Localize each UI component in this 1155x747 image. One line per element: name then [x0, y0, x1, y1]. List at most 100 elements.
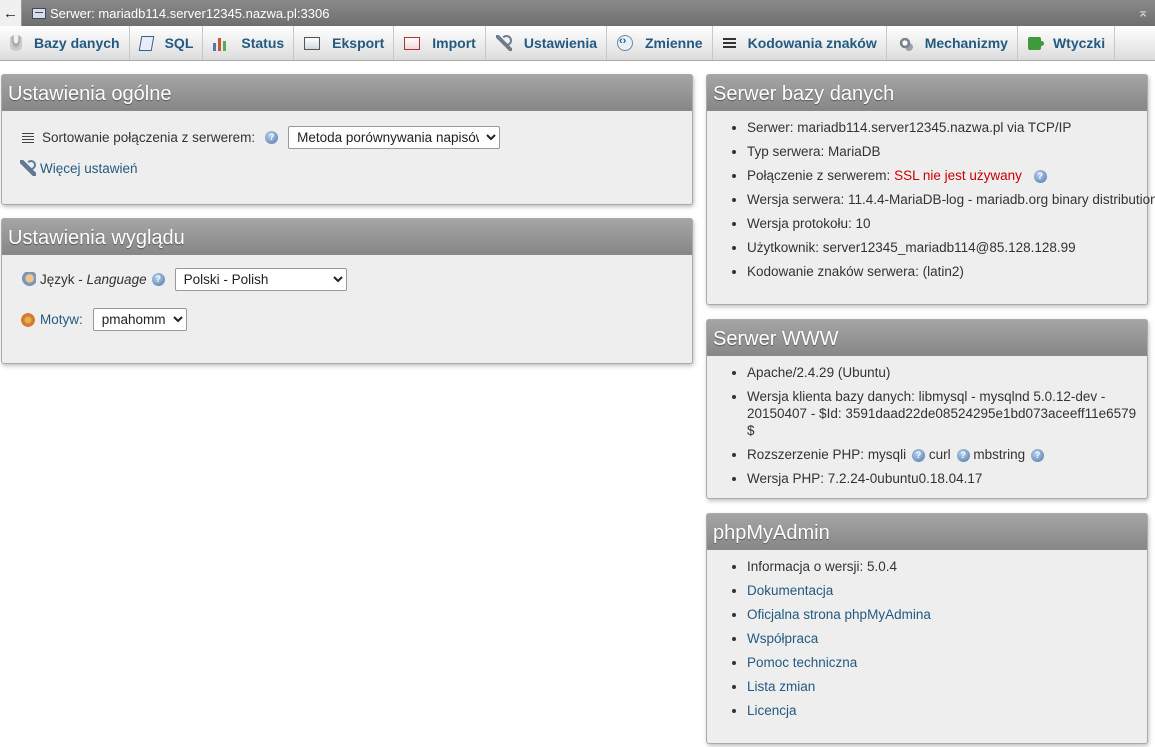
panel-title: phpMyAdmin: [707, 514, 1147, 550]
panel-title: Serwer bazy danych: [707, 75, 1147, 111]
php-extension-mysqli: mysqli: [867, 447, 907, 462]
list-icon: [22, 132, 34, 143]
php-extension-curl: curl: [928, 447, 951, 462]
list-item: Typ serwera: MariaDB: [747, 143, 1147, 160]
official-site-link[interactable]: Oficjalna strona phpMyAdmina: [747, 607, 931, 622]
phpmyadmin-panel: phpMyAdmin Informacja o wersji: 5.0.4 Do…: [706, 513, 1148, 744]
web-server-list: Apache/2.4.29 (Ubuntu) Wersja klienta ba…: [707, 356, 1147, 487]
list-item: Serwer: mariadb114.server12345.nazwa.pl …: [747, 119, 1147, 136]
collapse-icon[interactable]: ⌅: [1137, 4, 1149, 21]
help-icon[interactable]: ?: [1031, 448, 1045, 462]
main-menu: Bazy danych SQL Status Eksport Import Us…: [0, 26, 1155, 61]
list-item: Wersja protokołu: 10: [747, 215, 1147, 232]
tab-import[interactable]: Import: [394, 26, 486, 60]
more-settings-link[interactable]: Więcej ustawień: [40, 161, 138, 176]
list-item: Rozszerzenie PHP: mysqli? curl? mbstring…: [747, 446, 1147, 463]
sql-icon: [138, 35, 154, 51]
tab-settings[interactable]: Ustawienia: [486, 26, 607, 60]
back-arrow-icon[interactable]: ←: [0, 0, 22, 26]
list-item: Licencja: [747, 702, 1147, 719]
tab-label: SQL: [164, 35, 194, 51]
list-item: Wersja serwera: 11.4.4-MariaDB-log - mar…: [747, 191, 1155, 208]
wrench-icon: [20, 160, 36, 176]
tab-export[interactable]: Eksport: [294, 26, 395, 60]
language-icon: [20, 271, 36, 288]
server-icon: [32, 7, 46, 19]
list-item: Pomoc techniczna: [747, 654, 1147, 671]
appearance-settings-panel: Ustawienia wyglądu Język - Language ? Po…: [1, 218, 693, 364]
changelog-link[interactable]: Lista zmian: [747, 679, 815, 694]
tab-variables[interactable]: Zmienne: [607, 26, 713, 60]
tab-status[interactable]: Status: [203, 26, 295, 60]
server-breadcrumb-bar: ← Serwer: mariadb114.server12345.nazwa.p…: [0, 0, 1155, 26]
charset-icon: [722, 37, 736, 49]
tab-label: Eksport: [332, 35, 385, 51]
list-item: Informacja o wersji: 5.0.4: [747, 558, 1147, 575]
theme-row: Motyw: pmahomme: [20, 308, 187, 331]
collation-label: Sortowanie połączenia z serwerem:: [42, 130, 256, 145]
documentation-link[interactable]: Dokumentacja: [747, 583, 833, 598]
connection-label: Połączenie z serwerem:: [747, 168, 891, 183]
language-row: Język - Language ? Polski - Polish: [20, 268, 347, 291]
ssl-warning: SSL nie jest używany: [894, 168, 1022, 183]
language-label-en: Language: [86, 272, 147, 287]
client-version-line2: 20150407 - $Id: 3591daad22de08524295e1bd…: [747, 406, 1137, 438]
license-link[interactable]: Licencja: [747, 703, 797, 718]
tab-label: Import: [432, 35, 476, 51]
puzzle-icon: [1027, 36, 1044, 50]
collation-select[interactable]: Metoda porównywania napisów: [288, 126, 501, 149]
list-item: Apache/2.4.29 (Ubuntu): [747, 364, 1147, 381]
server-breadcrumb[interactable]: Serwer: mariadb114.server12345.nazwa.pl:…: [50, 6, 329, 21]
list-item: Połączenie z serwerem: SSL nie jest używ…: [747, 167, 1147, 184]
language-label: Język: [40, 272, 75, 287]
engine-icon: [896, 35, 913, 51]
panel-title: Serwer WWW: [707, 320, 1147, 356]
php-extension-label: Rozszerzenie PHP:: [747, 447, 865, 462]
web-server-panel: Serwer WWW Apache/2.4.29 (Ubuntu) Wersja…: [706, 319, 1148, 499]
collation-row: Sortowanie połączenia z serwerem: ? Meto…: [22, 126, 501, 149]
tab-label: Ustawienia: [523, 35, 597, 51]
tab-label: Wtyczki: [1052, 35, 1106, 51]
language-select[interactable]: Polski - Polish: [174, 268, 347, 291]
general-settings-panel: Ustawienia ogólne Sortowanie połączenia …: [1, 74, 693, 205]
tab-sql[interactable]: SQL: [130, 26, 204, 60]
list-item: Użytkownik: server12345_mariadb114@85.12…: [747, 239, 1147, 256]
panel-title: Ustawienia wyglądu: [2, 219, 692, 255]
list-item: Wersja klienta bazy danych: libmysql - m…: [747, 388, 1147, 439]
help-icon[interactable]: ?: [151, 273, 165, 286]
theme-select[interactable]: pmahomme: [92, 308, 187, 331]
more-settings-row: Więcej ustawień: [20, 160, 138, 176]
database-server-panel: Serwer bazy danych Serwer: mariadb114.se…: [706, 74, 1155, 305]
tab-label: Mechanizmy: [924, 35, 1008, 51]
php-extension-mbstring: mbstring: [973, 447, 1026, 462]
list-item: Dokumentacja: [747, 582, 1147, 599]
tab-engines[interactable]: Mechanizmy: [887, 26, 1018, 60]
theme-label[interactable]: Motyw:: [40, 312, 83, 327]
tab-label: Bazy danych: [34, 35, 120, 51]
contribute-link[interactable]: Współpraca: [747, 631, 818, 646]
help-icon[interactable]: ?: [912, 448, 926, 462]
help-icon[interactable]: ?: [265, 131, 279, 144]
list-item: Oficjalna strona phpMyAdmina: [747, 606, 1147, 623]
list-item: Lista zmian: [747, 678, 1147, 695]
panel-title: Ustawienia ogólne: [2, 75, 692, 111]
client-version-line1: Wersja klienta bazy danych: libmysql - m…: [747, 389, 1106, 404]
status-chart-icon: [213, 35, 230, 51]
tab-charsets[interactable]: Kodowania znaków: [713, 26, 887, 60]
tab-label: Status: [241, 35, 285, 51]
list-item: Kodowanie znaków serwera: (latin2): [747, 263, 1147, 280]
wrench-icon: [495, 35, 512, 51]
tab-plugins[interactable]: Wtyczki: [1018, 26, 1116, 60]
variables-icon: [617, 35, 633, 51]
help-icon[interactable]: ?: [956, 448, 970, 462]
import-icon: [404, 36, 421, 50]
database-icon: [10, 35, 22, 51]
list-item: Współpraca: [747, 630, 1147, 647]
list-item: Wersja PHP: 7.2.24-0ubuntu0.18.04.17: [747, 470, 1147, 487]
support-link[interactable]: Pomoc techniczna: [747, 655, 857, 670]
palette-icon: [20, 311, 36, 328]
language-separator: -: [74, 272, 87, 287]
help-icon[interactable]: ?: [1033, 169, 1047, 183]
tab-databases[interactable]: Bazy danych: [0, 26, 130, 60]
export-icon: [304, 36, 321, 50]
